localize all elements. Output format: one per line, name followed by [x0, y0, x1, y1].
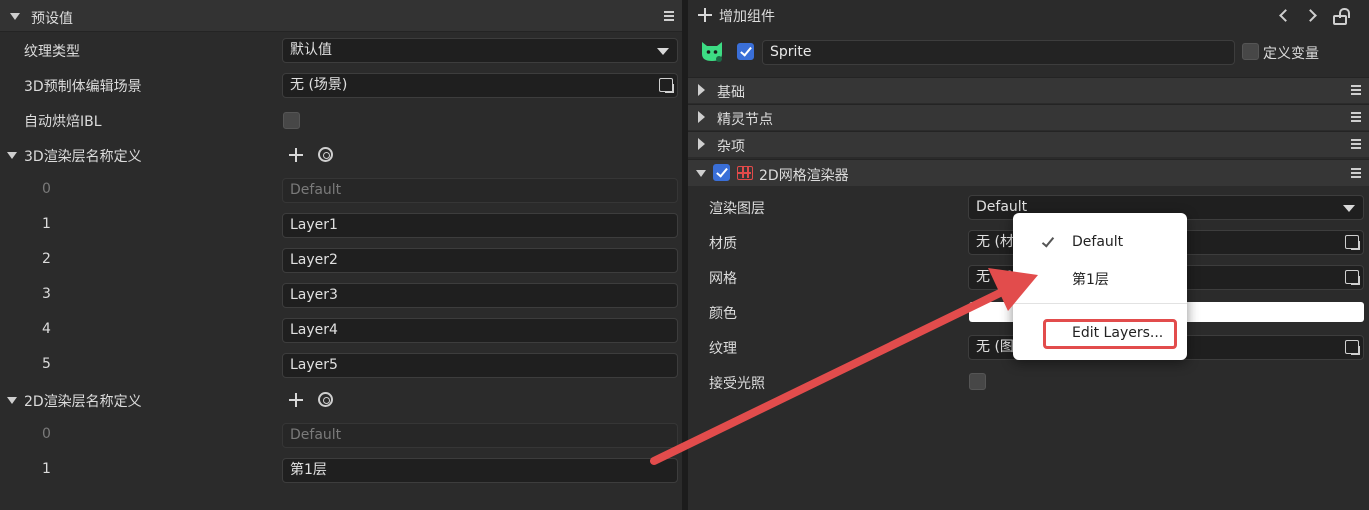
dropdown-item-label: Default — [1072, 234, 1124, 250]
asset-picker-icon[interactable] — [1345, 340, 1359, 354]
mesh-label: 网格 — [709, 271, 737, 287]
asset-picker-icon[interactable] — [1345, 235, 1359, 249]
layer3d-index: 5 — [42, 356, 51, 372]
texture-value: 无 (图 — [976, 339, 1014, 355]
layers3d-title: 3D渲染层名称定义 — [24, 149, 142, 165]
add-layer-icon[interactable] — [289, 393, 303, 407]
layer3d-index: 3 — [42, 286, 51, 302]
texture-type-select[interactable]: 默认值 — [282, 38, 678, 63]
expand-triangle-icon — [698, 84, 705, 96]
layer2d-index: 0 — [42, 426, 51, 442]
dropdown-item-default[interactable]: Default — [1013, 228, 1187, 258]
layer3d-field[interactable]: Layer1 — [282, 213, 678, 238]
mesh-value: 无 (M — [976, 269, 1012, 285]
auto-bake-label: 自动烘焙IBL — [24, 114, 102, 130]
inspector-toolbar: 增加组件 — [688, 0, 1369, 32]
layer3d-index: 1 — [42, 216, 51, 232]
material-value: 无 (材 — [976, 234, 1014, 250]
layers2d-title: 2D渲染层名称定义 — [24, 394, 142, 410]
render-layer-label: 渲染图层 — [709, 201, 765, 217]
prefab-scene-value: 无 (场景) — [290, 77, 348, 93]
layer3d-index: 0 — [42, 181, 51, 197]
asset-picker-icon[interactable] — [1345, 270, 1359, 284]
prefab-scene-field[interactable]: 无 (场景) — [282, 73, 678, 98]
dropdown-item-label: 第1层 — [1072, 272, 1109, 288]
chevron-down-icon — [657, 48, 669, 55]
menu-icon[interactable] — [1351, 139, 1361, 150]
prefab-scene-label: 3D预制体编辑场景 — [24, 79, 142, 95]
add-layer-icon[interactable] — [289, 148, 303, 162]
expand-triangle-icon — [698, 111, 705, 123]
sprite-node-icon — [702, 42, 722, 62]
collapse-triangle-icon[interactable] — [7, 397, 17, 404]
section-mesh-renderer[interactable]: 2D网格渲染器 — [688, 159, 1369, 186]
section-mesh-renderer-title: 2D网格渲染器 — [759, 168, 849, 184]
forward-arrow-icon[interactable] — [1304, 9, 1317, 22]
layer3d-index: 4 — [42, 321, 51, 337]
chevron-down-icon — [1343, 205, 1355, 212]
layer3d-value: Layer1 — [290, 217, 338, 233]
settings-gear-icon[interactable] — [318, 147, 333, 162]
node-name-input[interactable]: Sprite — [762, 40, 1235, 65]
check-icon — [1041, 234, 1055, 248]
node-enabled-checkbox[interactable] — [737, 43, 754, 60]
section-sprite-node[interactable]: 精灵节点 — [688, 104, 1369, 130]
menu-divider — [1013, 303, 1187, 304]
add-component-button[interactable]: 增加组件 — [719, 6, 775, 26]
collapse-triangle-icon[interactable] — [7, 152, 17, 159]
layer2d-field: Default — [282, 423, 678, 448]
texture-type-label: 纹理类型 — [24, 44, 80, 60]
lock-icon[interactable] — [1333, 8, 1350, 25]
menu-icon[interactable] — [1351, 168, 1361, 179]
layer3d-value: Layer2 — [290, 252, 338, 268]
define-var-label: 定义变量 — [1263, 46, 1319, 62]
layer3d-field[interactable]: Layer4 — [282, 318, 678, 343]
layer3d-value: Layer5 — [290, 357, 338, 373]
section-misc-title: 杂项 — [717, 139, 745, 155]
annotation-highlight-box — [1043, 319, 1177, 349]
layer3d-value: Layer4 — [290, 322, 338, 338]
layer3d-field: Default — [282, 178, 678, 203]
render-layer-dropdown-menu: Default 第1层 Edit Layers... — [1013, 213, 1187, 360]
auto-bake-checkbox[interactable] — [283, 112, 300, 129]
layer3d-index: 2 — [42, 251, 51, 267]
layer3d-value: Layer3 — [290, 287, 338, 303]
receive-light-label: 接受光照 — [709, 376, 765, 392]
layer3d-field[interactable]: Layer5 — [282, 353, 678, 378]
receive-light-checkbox[interactable] — [969, 373, 986, 390]
define-var-checkbox[interactable] — [1242, 43, 1259, 60]
texture-label: 纹理 — [709, 341, 737, 357]
collapse-triangle-icon[interactable] — [10, 13, 20, 20]
layer3d-field[interactable]: Layer2 — [282, 248, 678, 273]
project-settings-panel: 预设值 纹理类型 默认值 3D预制体编辑场景 无 (场景) 自动烘焙IBL 3D… — [0, 0, 682, 510]
asset-picker-icon[interactable] — [659, 78, 673, 92]
component-enabled-checkbox[interactable] — [713, 164, 730, 181]
preset-section-header[interactable]: 预设值 — [0, 0, 682, 32]
layer2d-value: 第1层 — [290, 462, 327, 478]
dropdown-item-layer1[interactable]: 第1层 — [1013, 263, 1187, 293]
texture-type-value: 默认值 — [290, 42, 332, 58]
layer3d-field[interactable]: Layer3 — [282, 283, 678, 308]
section-sprite-node-title: 精灵节点 — [717, 112, 773, 128]
color-label: 颜色 — [709, 306, 737, 322]
mesh-renderer-icon — [737, 166, 753, 180]
preset-section-title: 预设值 — [31, 11, 73, 27]
node-name-value: Sprite — [770, 44, 812, 60]
layer2d-field[interactable]: 第1层 — [282, 458, 678, 483]
menu-icon[interactable] — [1351, 112, 1361, 123]
layer2d-value: Default — [290, 427, 342, 443]
menu-icon[interactable] — [1351, 85, 1361, 96]
layer3d-value: Default — [290, 182, 342, 198]
back-arrow-icon[interactable] — [1279, 9, 1292, 22]
add-component-icon[interactable] — [698, 8, 712, 22]
settings-gear-icon[interactable] — [318, 392, 333, 407]
menu-icon[interactable] — [664, 11, 674, 22]
material-label: 材质 — [709, 236, 737, 252]
section-basic-title: 基础 — [717, 85, 745, 101]
expand-triangle-icon — [698, 138, 705, 150]
collapse-triangle-icon — [696, 170, 706, 177]
section-basic[interactable]: 基础 — [688, 77, 1369, 103]
section-misc[interactable]: 杂项 — [688, 131, 1369, 157]
layer2d-index: 1 — [42, 461, 51, 477]
